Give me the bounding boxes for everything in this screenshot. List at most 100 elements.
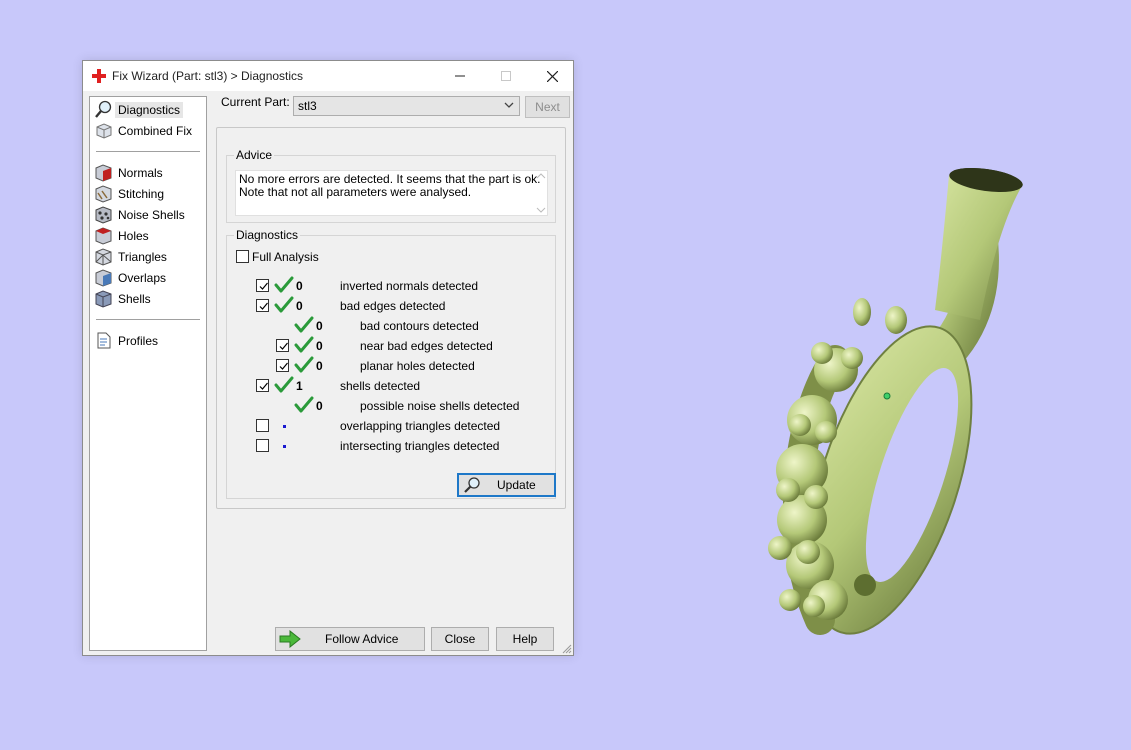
sidebar-divider: [96, 151, 200, 152]
shells-icon: [95, 290, 112, 308]
row-count: 0: [296, 279, 303, 293]
row-checkbox[interactable]: [256, 279, 269, 292]
row-checkbox[interactable]: [256, 419, 269, 432]
full-analysis-label: Full Analysis: [252, 250, 319, 264]
3d-model-viewport[interactable]: [740, 160, 1060, 650]
next-button[interactable]: Next: [525, 96, 570, 118]
sidebar-item-profiles[interactable]: Profiles: [94, 331, 158, 350]
green-check-icon: [294, 356, 314, 373]
green-check-icon: [274, 376, 294, 393]
row-count: 0: [316, 319, 323, 333]
close-icon: [546, 70, 558, 82]
checkmark-icon: [279, 362, 288, 370]
green-check-icon: [294, 316, 314, 333]
row-checkbox[interactable]: [256, 299, 269, 312]
sidebar-item-label: Combined Fix: [118, 123, 193, 138]
overlaps-icon: [95, 269, 112, 287]
green-check-icon: [274, 296, 294, 313]
sidebar-item-label: Diagnostics: [115, 101, 184, 118]
box-icon: [96, 123, 112, 139]
maximize-button[interactable]: [483, 61, 529, 91]
sidebar-item-shells[interactable]: Shells: [94, 289, 151, 308]
close-window-button[interactable]: [529, 61, 575, 91]
current-part-label: Current Part:: [221, 95, 290, 109]
green-arrow-icon: [279, 630, 301, 648]
checkmark-icon: [259, 382, 268, 390]
pending-dot-icon: [283, 445, 286, 448]
wizard-sidebar: Diagnostics Combined Fix Normals Stitchi…: [89, 96, 207, 651]
document-icon: [97, 332, 111, 349]
advice-scrollbar[interactable]: [534, 171, 548, 215]
sidebar-item-triangles[interactable]: Triangles: [94, 247, 167, 266]
row-count: 0: [316, 339, 323, 353]
diagnostics-title: Diagnostics: [234, 228, 301, 242]
sidebar-item-label: Holes: [118, 228, 149, 243]
magnifier-icon: [95, 100, 112, 118]
sidebar-item-stitching[interactable]: Stitching: [94, 184, 164, 203]
green-check-icon: [294, 396, 314, 413]
sidebar-item-label: Shells: [118, 291, 151, 306]
row-label: bad edges detected: [340, 299, 446, 313]
row-checkbox[interactable]: [256, 379, 269, 392]
row-label: near bad edges detected: [360, 339, 493, 353]
triangles-icon: [95, 248, 112, 266]
advice-text: No more errors are detected. It seems th…: [235, 170, 548, 216]
row-checkbox[interactable]: [256, 439, 269, 452]
pending-dot-icon: [283, 425, 286, 428]
minimize-icon: [455, 75, 465, 77]
resize-grip-icon[interactable]: [562, 644, 572, 654]
diagnostics-panel: Advice No more errors are detected. It s…: [216, 127, 566, 509]
minimize-button[interactable]: [437, 61, 483, 91]
sidebar-item-label: Stitching: [118, 186, 165, 201]
row-checkbox[interactable]: [276, 359, 289, 372]
checkmark-icon: [279, 342, 288, 350]
sidebar-item-overlaps[interactable]: Overlaps: [94, 268, 166, 287]
sidebar-item-label: Noise Shells: [118, 207, 185, 222]
chevron-down-icon: [504, 102, 514, 108]
current-part-value: stl3: [298, 99, 317, 113]
sidebar-item-label: Normals: [118, 165, 163, 180]
sidebar-item-label: Profiles: [118, 333, 159, 348]
row-label: bad contours detected: [360, 319, 479, 333]
advice-title: Advice: [234, 148, 275, 162]
sidebar-divider: [96, 319, 200, 320]
row-count: 1: [296, 379, 303, 393]
current-part-select[interactable]: stl3: [293, 96, 520, 116]
window-title: Fix Wizard (Part: stl3) > Diagnostics: [112, 69, 304, 83]
sidebar-item-holes[interactable]: Holes: [94, 226, 149, 245]
green-check-icon: [274, 276, 294, 293]
help-button[interactable]: Help: [496, 627, 554, 651]
noise-shells-icon: [95, 206, 112, 224]
full-analysis-checkbox[interactable]: [236, 250, 249, 263]
update-button[interactable]: Update: [457, 473, 556, 497]
sidebar-item-noise-shells[interactable]: Noise Shells: [94, 205, 185, 224]
magnifier-icon: [464, 477, 480, 493]
row-label: overlapping triangles detected: [340, 419, 501, 433]
row-count: 0: [316, 399, 323, 413]
row-label: inverted normals detected: [340, 279, 479, 293]
checkmark-icon: [259, 302, 268, 310]
row-label: possible noise shells detected: [360, 399, 520, 413]
advice-group: Advice No more errors are detected. It s…: [226, 148, 556, 223]
row-count: 0: [296, 299, 303, 313]
update-label: Update: [497, 478, 536, 492]
fix-wizard-window: Fix Wizard (Part: stl3) > Diagnostics Di…: [82, 60, 574, 656]
stitching-icon: [95, 185, 112, 203]
normals-icon: [95, 164, 112, 182]
sidebar-item-diagnostics[interactable]: Diagnostics: [94, 100, 184, 119]
close-button[interactable]: Close: [431, 627, 489, 651]
advice-line: Note that not all parameters were analys…: [239, 185, 472, 199]
row-label: planar holes detected: [360, 359, 475, 373]
sidebar-item-combined-fix[interactable]: Combined Fix: [94, 121, 192, 140]
holes-icon: [95, 227, 112, 245]
ring-model: [768, 167, 1023, 635]
red-cross-icon: [92, 69, 106, 83]
follow-advice-button[interactable]: Follow Advice: [275, 627, 425, 651]
title-bar[interactable]: Fix Wizard (Part: stl3) > Diagnostics: [83, 61, 573, 91]
row-checkbox[interactable]: [276, 339, 289, 352]
diagnostics-group: Diagnostics Full Analysis 0 inverted nor…: [226, 228, 556, 499]
row-label: intersecting triangles detected: [340, 439, 500, 453]
sidebar-item-label: Triangles: [118, 249, 167, 264]
row-count: 0: [316, 359, 323, 373]
sidebar-item-normals[interactable]: Normals: [94, 163, 163, 182]
